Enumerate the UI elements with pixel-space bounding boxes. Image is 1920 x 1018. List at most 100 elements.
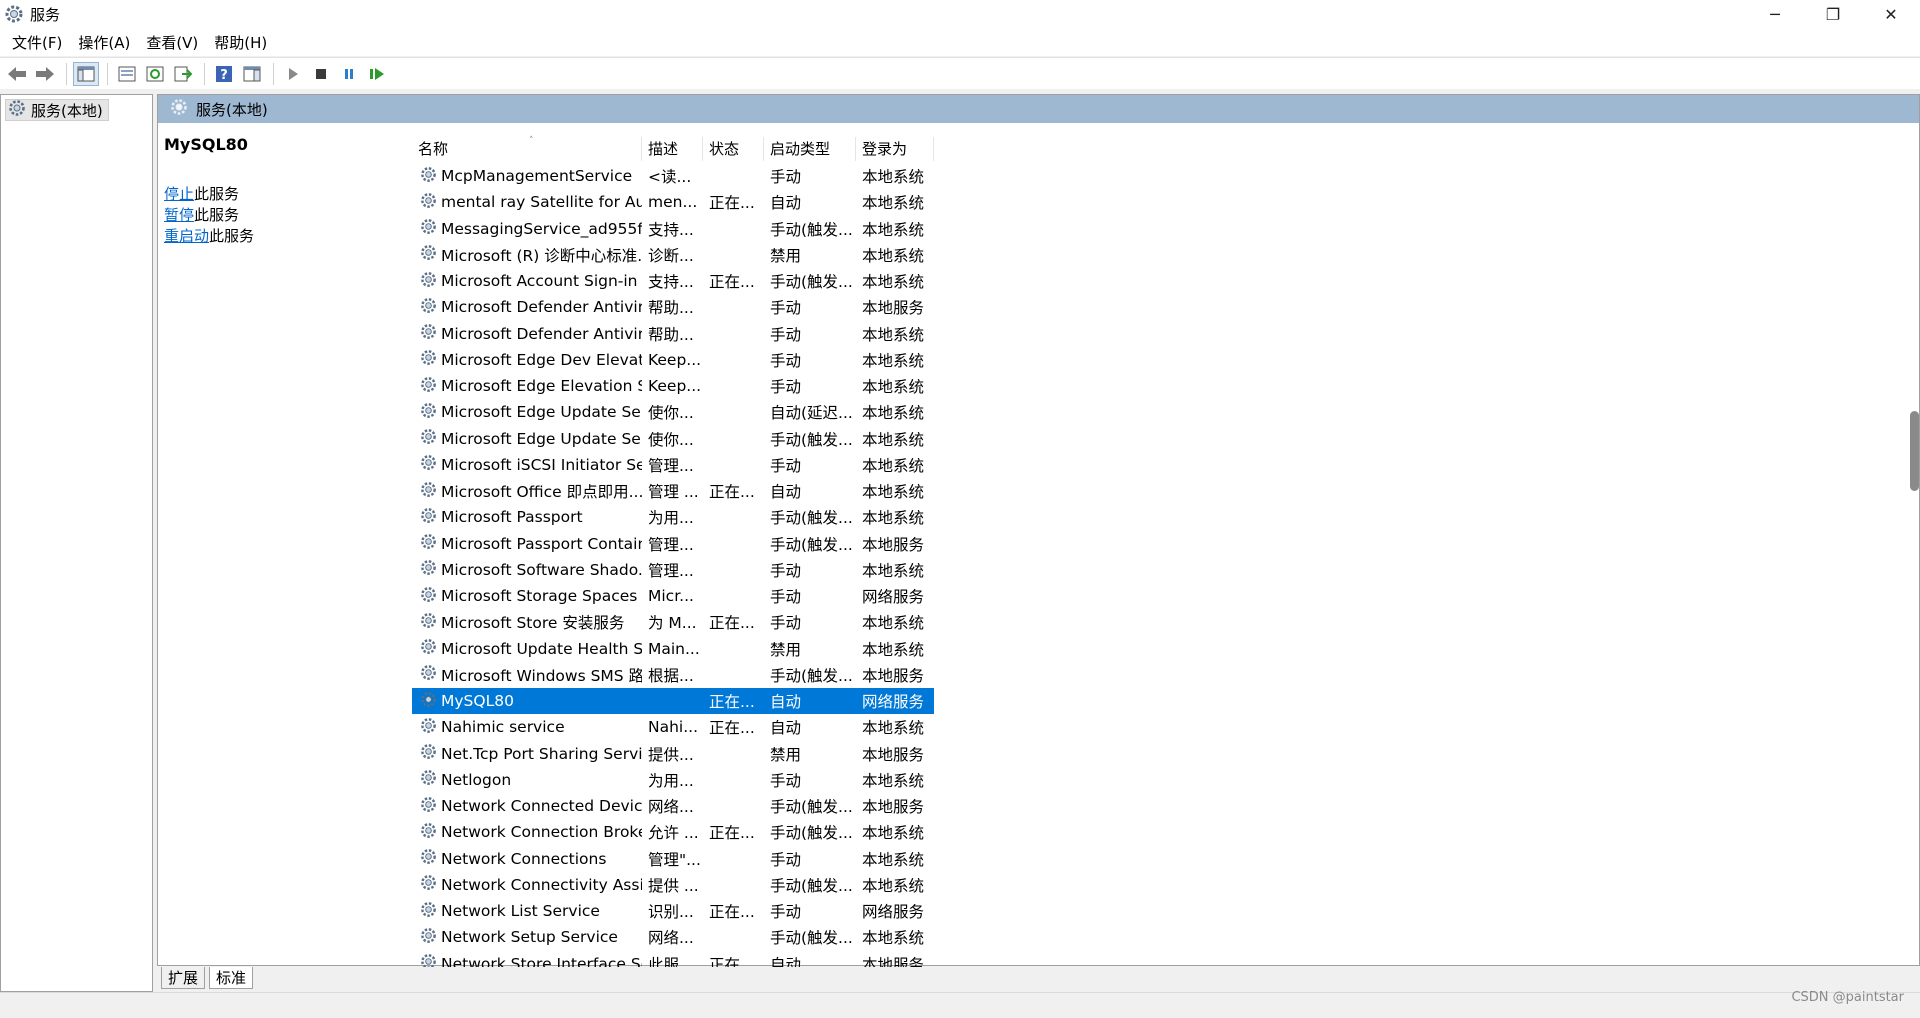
service-row[interactable]: Microsoft Defender Antivir... 帮助... 手动 本地系统 — [412, 321, 934, 347]
service-row[interactable]: Microsoft Software Shado... 管理... 手动 本地系统 — [412, 557, 934, 583]
service-row[interactable]: Microsoft (R) 诊断中心标准... 诊断... 禁用 本地系统 — [412, 242, 934, 268]
service-log-on-as: 本地系统 — [862, 273, 925, 292]
service-row[interactable]: Microsoft Account Sign-in ... 支持... 正在... 手… — [412, 268, 934, 294]
tree-item-label: 服务(本地) — [31, 101, 103, 120]
service-row[interactable]: Microsoft Passport 为用... 手动(触发... 本地系统 — [412, 504, 934, 530]
service-row[interactable]: Network List Service 识别... 正在... 手动 网络服务 — [412, 898, 934, 924]
service-row[interactable]: Microsoft Edge Update Ser... 使你... 自动(延迟..… — [412, 399, 934, 425]
service-name: Microsoft Account Sign-in ... — [441, 272, 642, 291]
service-name: Network Connected Devic... — [441, 797, 642, 816]
vertical-scrollbar[interactable] — [1910, 95, 1919, 967]
service-row[interactable]: Network Store Interface Se... 此服... 正在... 自… — [412, 951, 934, 967]
pause-service-icon[interactable] — [336, 62, 362, 86]
minimize-button[interactable]: ─ — [1746, 0, 1804, 28]
service-row[interactable]: Network Connection Broker 允许 ... 正在... 手动(触… — [412, 819, 934, 845]
tab-standard[interactable]: 标准 — [209, 967, 254, 989]
stop-service-link[interactable]: 停止 — [164, 185, 194, 203]
service-gear-icon — [420, 691, 437, 712]
service-row[interactable]: mental ray Satellite for Aut... men... 正在.… — [412, 189, 934, 215]
service-row[interactable]: Microsoft Edge Dev Elevati... Keep... 手动 本地… — [412, 347, 934, 373]
show-hide-tree-icon[interactable] — [73, 61, 99, 86]
close-button[interactable]: ✕ — [1862, 0, 1920, 28]
service-status: 正在... — [709, 273, 755, 292]
service-row[interactable]: MessagingService_ad955f2 支持... 手动(触发... 本地系… — [412, 216, 934, 242]
restore-button[interactable]: ❐ — [1804, 0, 1862, 28]
service-row[interactable]: Netlogon 为用... 手动 本地系统 — [412, 767, 934, 793]
service-row[interactable]: Microsoft Office 即点即用... 管理 ... 正在... 自动 本地系… — [412, 478, 934, 504]
service-description: Keep... — [648, 377, 702, 396]
service-name: Network Connectivity Assis... — [441, 875, 642, 894]
menu-help[interactable]: 帮助(H) — [206, 32, 275, 53]
service-name: Microsoft Update Health S... — [441, 639, 642, 658]
service-description: 支持... — [648, 273, 694, 292]
show-action-pane-icon[interactable] — [239, 62, 265, 86]
service-row[interactable]: Microsoft Defender Antivir... 帮助... 手动 本地服务 — [412, 294, 934, 320]
service-gear-icon — [420, 717, 437, 738]
pause-service-link[interactable]: 暂停 — [164, 206, 194, 224]
stop-service-icon[interactable] — [308, 62, 334, 86]
service-row[interactable]: McpManagementService <读... 手动 本地系统 — [412, 163, 934, 189]
service-row[interactable]: Microsoft Windows SMS 路... 根据... 手动(触发... 本… — [412, 662, 934, 688]
menu-file[interactable]: 文件(F) — [4, 32, 70, 53]
service-status: 正在... — [709, 614, 755, 633]
service-row[interactable]: Microsoft Edge Update Ser... 使你... 手动(触发..… — [412, 426, 934, 452]
service-row[interactable]: Network Connected Devic... 网络... 手动(触发... 本… — [412, 793, 934, 819]
pane-title: 服务(本地) — [196, 100, 268, 119]
menu-action[interactable]: 操作(A) — [70, 32, 138, 53]
help-icon[interactable]: ? — [211, 62, 237, 86]
service-startup-type: 自动 — [770, 693, 802, 712]
service-row[interactable]: Microsoft Storage Spaces S... Micr... 手动 网络… — [412, 583, 934, 609]
refresh-icon[interactable] — [142, 62, 168, 86]
service-name: Microsoft Edge Update Ser... — [441, 403, 642, 422]
service-row[interactable]: Microsoft Passport Container 管理... 手动(触发..… — [412, 531, 934, 557]
service-gear-icon — [420, 297, 437, 318]
resume-service-icon[interactable] — [364, 62, 390, 86]
service-row[interactable]: Microsoft Store 安装服务 为 M... 正在... 手动 本地系统 — [412, 609, 934, 635]
service-row[interactable]: Network Connections 管理"... 手动 本地系统 — [412, 846, 934, 872]
column-header-description[interactable]: 描述 — [642, 137, 703, 161]
service-row[interactable]: Network Setup Service 网络... 手动(触发... 本地系统 — [412, 924, 934, 950]
column-header-startup-type[interactable]: 启动类型 — [764, 137, 856, 161]
service-description: 使你... — [648, 404, 694, 423]
service-row[interactable]: MySQL80 正在... 自动 网络服务 — [412, 688, 934, 715]
service-row[interactable]: Microsoft Update Health S... Main... 禁用 本地系… — [412, 636, 934, 662]
service-name: Microsoft Windows SMS 路... — [441, 666, 642, 685]
service-startup-type: 手动(触发... — [770, 798, 853, 817]
forward-icon[interactable] — [32, 62, 58, 86]
service-name: Network Connections — [441, 849, 607, 868]
service-name-cell: Network Connectivity Assis... — [412, 874, 642, 895]
column-header-status[interactable]: 状态 — [703, 137, 764, 161]
column-header-name[interactable]: 名称 ˄ — [412, 136, 642, 161]
scrollbar-thumb[interactable] — [1910, 411, 1919, 491]
service-log-on-as: 本地系统 — [862, 483, 925, 502]
menu-view[interactable]: 查看(V) — [138, 32, 206, 53]
service-description: 为用... — [648, 509, 694, 528]
service-row[interactable]: Microsoft iSCSI Initiator Ser... 管理... 手动 本… — [412, 452, 934, 478]
service-log-on-as: 本地系统 — [862, 378, 925, 397]
service-log-on-as: 本地系统 — [862, 194, 925, 213]
column-header-log-on-as[interactable]: 登录为 — [856, 137, 934, 161]
back-icon[interactable] — [4, 62, 30, 86]
properties-icon[interactable] — [114, 62, 140, 86]
start-service-icon[interactable] — [280, 62, 306, 86]
restart-service-link[interactable]: 重启动 — [164, 227, 209, 245]
toolbar: ? — [0, 57, 1920, 89]
service-description: 根据... — [648, 666, 694, 685]
service-row[interactable]: Nahimic service Nahi... 正在... 自动 本地系统 — [412, 714, 934, 740]
service-description: 帮助... — [648, 299, 694, 318]
service-row[interactable]: Network Connectivity Assis... 提供 ... 手动(触发… — [412, 872, 934, 898]
service-name-cell: Microsoft Edge Elevation S... — [412, 376, 642, 397]
service-row[interactable]: Microsoft Edge Elevation S... Keep... 手动 本地… — [412, 373, 934, 399]
pause-service-action: 暂停此服务 — [164, 205, 414, 226]
tree-item-services-local[interactable]: 服务(本地) — [5, 99, 109, 121]
service-row[interactable]: Net.Tcp Port Sharing Service 提供... 禁用 本地服务 — [412, 741, 934, 767]
service-log-on-as: 本地系统 — [862, 561, 925, 580]
sort-ascending-icon: ˄ — [529, 136, 534, 146]
service-log-on-as: 本地系统 — [862, 771, 925, 790]
service-gear-icon — [420, 874, 437, 895]
tab-extended[interactable]: 扩展 — [161, 967, 206, 989]
service-log-on-as: 本地服务 — [862, 666, 925, 685]
service-startup-type: 手动(触发... — [770, 430, 853, 449]
export-list-icon[interactable] — [170, 62, 196, 86]
service-log-on-as: 本地系统 — [862, 325, 925, 344]
